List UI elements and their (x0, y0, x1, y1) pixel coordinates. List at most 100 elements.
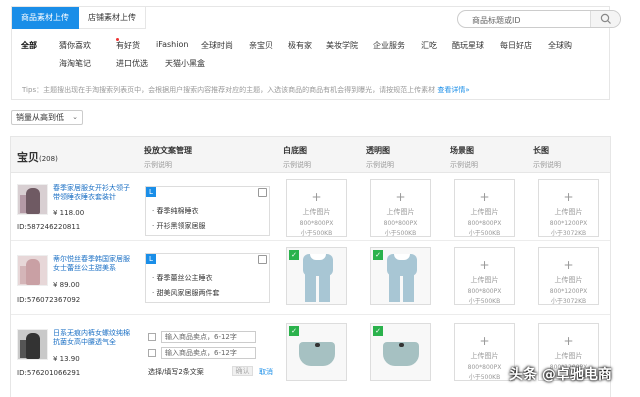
upload-scene[interactable]: + 上传图片 800*800PX 小于500KB (454, 247, 515, 305)
col-header-long: 长图 示例说明 (533, 145, 561, 170)
check-icon: ✓ (289, 250, 299, 260)
category-item[interactable]: 每日好店 (500, 40, 532, 51)
upload-white-bg[interactable]: + 上传图片 800*800PX 小于500KB (286, 179, 347, 237)
product-thumbnail[interactable] (17, 329, 48, 360)
confirm-button[interactable]: 确认 (232, 366, 253, 376)
category-item[interactable]: 企业服务 (373, 40, 405, 51)
white-bg-image[interactable]: ✓ (286, 247, 347, 305)
product-count: (208) (39, 155, 58, 163)
category-item[interactable]: 天猫小黑盒 (165, 58, 205, 69)
selection-info: 选择/填写2条文案 (148, 368, 204, 376)
page: 商品素材上传 店铺素材上传 商品标题或ID 全部 猜你喜欢 有好货 iFashi… (0, 0, 640, 397)
search-button[interactable] (590, 11, 620, 27)
example-link[interactable]: 示例说明 (366, 160, 394, 170)
upload-tabs: 商品素材上传 店铺素材上传 (12, 7, 146, 29)
copy-checkbox[interactable] (148, 333, 156, 341)
tab-product-material[interactable]: 商品素材上传 (12, 7, 79, 29)
white-bg-image[interactable]: ✓ (286, 323, 347, 381)
col-header-product: 宝贝(208) (17, 149, 58, 165)
col-header-copy-title: 投放文案管理 (144, 146, 192, 155)
copy-input[interactable]: 输入商品卖点，6-12字 (161, 331, 256, 343)
category-item[interactable]: 有好货 (116, 40, 140, 51)
plus-icon: + (479, 334, 490, 348)
category-item[interactable]: 酷玩星球 (452, 40, 484, 51)
upload-label: 上传图片 (554, 276, 583, 284)
product-price: ¥ 118.00 (53, 209, 85, 217)
upload-scene[interactable]: + 上传图片 800*800PX 小于500KB (454, 323, 515, 381)
edit-icon[interactable] (258, 255, 267, 264)
col-header-copy: 投放文案管理 示例说明 (144, 145, 192, 170)
watermark: 头条 @卓驰电商 (509, 367, 612, 383)
check-icon: ✓ (373, 250, 383, 260)
category-item[interactable]: 海淘笔记 (59, 58, 91, 69)
example-link[interactable]: 示例说明 (144, 160, 192, 170)
copy-box: L · 春季纯棉睡衣 · 开衫黑领家居服 (145, 186, 270, 236)
upload-label: 上传图片 (470, 276, 499, 284)
table-row: 蒂尔悦丝春季韩国家居服女士蕾丝公主甜美系 ¥ 89.00 ID:57607236… (11, 241, 610, 315)
product-thumbnail[interactable] (17, 255, 48, 286)
search-input[interactable]: 商品标题或ID (472, 15, 521, 26)
sort-select-value: 销量从高到低 (16, 113, 64, 122)
product-title-link[interactable]: 蒂尔悦丝春季韩国家居服女士蕾丝公主甜美系 (53, 255, 133, 273)
col-header-white-bg: 白底图 示例说明 (283, 145, 311, 170)
example-link[interactable]: 示例说明 (533, 160, 561, 170)
example-link[interactable]: 示例说明 (450, 160, 478, 170)
col-header-transparent: 透明图 示例说明 (366, 145, 394, 170)
category-item[interactable]: 汇吃 (421, 40, 437, 51)
copy-box: L · 春季蕾丝公主睡衣 · 甜美风家居服两件套 (145, 253, 270, 303)
plus-icon: + (479, 258, 490, 272)
product-title-link[interactable]: 日系无痕内裤女螺纹纯棉抗菌女高中腰透气全 (53, 329, 133, 347)
table-header: 宝贝(208) 投放文案管理 示例说明 白底图 示例说明 透明图 示例说明 场景… (11, 136, 610, 173)
sort-select[interactable]: 销量从高到低 ⌄ (11, 110, 83, 125)
size-spec: 800*800PX (383, 220, 418, 227)
copy-line: · 春季蕾丝公主睡衣 (152, 274, 213, 282)
edit-icon[interactable] (258, 188, 267, 197)
size-limit: 小于500KB (468, 298, 501, 305)
table-row: 日系无痕内裤女螺纹纯棉抗菌女高中腰透气全 ¥ 13.90 ID:57620106… (11, 315, 610, 397)
copy-tag-icon: L (146, 187, 156, 197)
material-upload-panel: 商品素材上传 店铺素材上传 商品标题或ID 全部 猜你喜欢 有好货 iFashi… (11, 6, 621, 100)
table-row: 春季家居服女开衫大领子带领睡衣睡衣套装针 ¥ 118.00 ID:5872462… (11, 173, 610, 241)
product-price: ¥ 13.90 (53, 355, 80, 363)
product-title-link[interactable]: 春季家居服女开衫大领子带领睡衣睡衣套装针 (53, 184, 133, 202)
size-limit: 小于3072KB (550, 230, 587, 237)
tab-shop-material[interactable]: 店铺素材上传 (79, 7, 146, 29)
upload-scene[interactable]: + 上传图片 800*800PX 小于500KB (454, 179, 515, 237)
size-spec: 800*800PX (467, 220, 502, 227)
size-spec: 800*1200PX (549, 220, 588, 227)
upload-transparent[interactable]: + 上传图片 800*800PX 小于500KB (370, 179, 431, 237)
category-item[interactable]: 全球时尚 (201, 40, 233, 51)
transparent-image[interactable]: ✓ (370, 247, 431, 305)
example-link[interactable]: 示例说明 (283, 160, 311, 170)
product-thumbnail[interactable] (17, 184, 48, 215)
copy-input-row: 输入商品卖点，6-12字 (148, 331, 268, 343)
category-item[interactable]: 猜你喜欢 (59, 40, 91, 51)
size-spec: 800*1200PX (549, 288, 588, 295)
upload-label: 上传图片 (386, 208, 415, 216)
category-item[interactable]: iFashion (156, 40, 188, 49)
upload-long[interactable]: + 上传图片 800*1200PX 小于3072KB (538, 179, 599, 237)
cancel-button[interactable]: 取消 (259, 367, 273, 377)
upload-long[interactable]: + 上传图片 800*1200PX 小于3072KB (538, 247, 599, 305)
category-item[interactable]: 全部 (21, 40, 37, 51)
tips-body: Tips：主题搜出现在手淘搜索列表页中，会根据用户搜索内容推荐对应的主题，入选该… (22, 86, 436, 94)
transparent-image[interactable]: ✓ (370, 323, 431, 381)
upload-label: 上传图片 (302, 208, 331, 216)
category-item[interactable]: 美妆学院 (326, 40, 358, 51)
col-header-transparent-title: 透明图 (366, 146, 390, 155)
plus-icon: + (311, 190, 322, 204)
copy-input[interactable]: 输入商品卖点，6-12字 (161, 347, 256, 359)
check-icon: ✓ (289, 326, 299, 336)
copy-input-row: 输入商品卖点，6-12字 (148, 347, 268, 359)
size-spec: 800*800PX (299, 220, 334, 227)
category-item[interactable]: 全球购 (548, 40, 572, 51)
plus-icon: + (563, 334, 574, 348)
copy-line: · 开衫黑领家居服 (152, 222, 206, 230)
category-item[interactable]: 亲宝贝 (249, 40, 273, 51)
view-details-link[interactable]: 查看详情» (437, 86, 469, 94)
upload-label: 上传图片 (470, 208, 499, 216)
copy-checkbox[interactable] (148, 349, 156, 357)
col-header-white-bg-title: 白底图 (283, 146, 307, 155)
category-item[interactable]: 极有家 (288, 40, 312, 51)
category-item[interactable]: 进口优选 (116, 58, 148, 69)
